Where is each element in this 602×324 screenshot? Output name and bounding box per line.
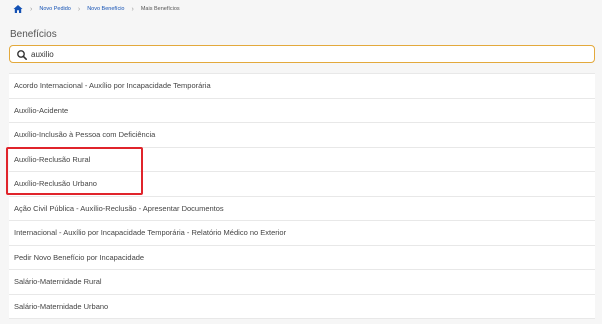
page-title: Benefícios (10, 29, 57, 40)
breadcrumb-link-novo-beneficio[interactable]: Novo Benefício (87, 6, 124, 12)
chevron-right-icon: › (30, 5, 33, 13)
list-item-auxilio-inclusao[interactable]: Auxílio-Inclusão à Pessoa com Deficiênci… (9, 123, 595, 148)
list-item-pedir-novo-beneficio[interactable]: Pedir Novo Benefício por Incapacidade (9, 246, 595, 270)
list-item-salario-maternidade-rural[interactable]: Salário-Maternidade Rural (9, 270, 595, 295)
search-box[interactable] (9, 45, 595, 63)
breadcrumb-current-page: Mais Benefícios (140, 6, 180, 12)
list-item-acordo-internacional[interactable]: Acordo Internacional - Auxílio por Incap… (9, 74, 595, 99)
breadcrumb-link-novo-pedido[interactable]: Novo Pedido (39, 6, 71, 12)
chevron-right-icon: › (77, 5, 81, 13)
home-icon[interactable] (13, 4, 23, 14)
results-list: Acordo Internacional - Auxílio por Incap… (9, 73, 595, 319)
list-item-auxilio-reclusao-rural[interactable]: Auxílio-Reclusão Rural (9, 148, 595, 172)
list-item-acao-civil-publica[interactable]: Ação Civil Pública - Auxílio-Reclusão - … (9, 197, 595, 221)
list-item-auxilio-reclusao-urbano[interactable]: Auxílio-Reclusão Urbano (9, 172, 595, 197)
search-icon (16, 48, 28, 60)
list-item-internacional-relatorio[interactable]: Internacional - Auxílio por Incapacidade… (9, 221, 595, 246)
breadcrumb: › Novo Pedido › Novo Benefício › Mais Be… (13, 3, 180, 15)
list-item-auxilio-acidente[interactable]: Auxílio-Acidente (9, 99, 595, 123)
chevron-right-icon: › (131, 5, 134, 13)
search-input[interactable] (31, 47, 571, 61)
list-item-salario-maternidade-urbano[interactable]: Salário-Maternidade Urbano (9, 295, 595, 319)
